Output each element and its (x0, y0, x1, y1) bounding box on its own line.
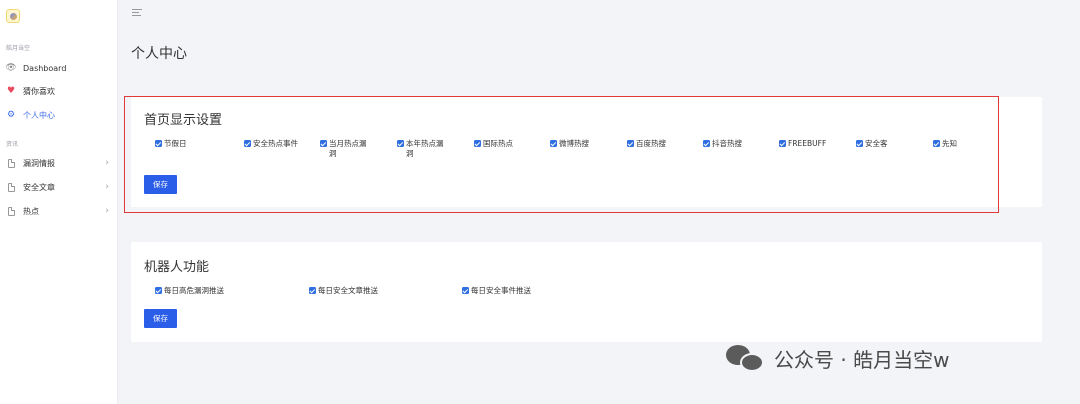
chevron-right-icon: › (105, 158, 109, 168)
checkbox-daily-high-risk-vulns[interactable]: 每日高危漏洞推送 (155, 286, 224, 296)
sidebar-item-label: Dashboard (23, 63, 67, 73)
chevron-right-icon: › (105, 206, 109, 216)
checkbox-daily-security-events[interactable]: 每日安全事件推送 (462, 286, 531, 296)
sidebar: 皓月当空 👁 Dashboard ♥ 猜你喜欢 ⚙ 个人中心 资讯 漏洞情报 ›… (0, 0, 118, 404)
menu-toggle-icon[interactable] (132, 9, 142, 18)
checkbox-daily-security-articles[interactable]: 每日安全文章推送 (309, 286, 378, 296)
watermark-text: 公众号 · 皓月当空w (774, 347, 950, 372)
file-icon (6, 182, 16, 192)
checkbox-icon (155, 287, 162, 294)
sidebar-item-dashboard[interactable]: 👁 Dashboard (0, 58, 118, 78)
sidebar-item-label: 猜你喜欢 (23, 86, 55, 96)
chevron-right-icon: › (105, 182, 109, 192)
checkbox-icon (462, 287, 469, 294)
robot-functions-card: 机器人功能 每日高危漏洞推送 每日安全文章推送 每日安全事件推送 保存 (131, 242, 1042, 342)
file-icon (6, 158, 16, 168)
sidebar-item-label: 个人中心 (23, 110, 55, 120)
sidebar-item-label: 安全文章 (23, 182, 55, 192)
page-title: 个人中心 (131, 46, 187, 62)
sidebar-item-personal-center[interactable]: ⚙ 个人中心 (0, 105, 118, 125)
checkbox-icon (309, 287, 316, 294)
card-title: 机器人功能 (144, 260, 210, 275)
gear-icon: ⚙ (6, 110, 16, 120)
sidebar-item-label: 漏洞情报 (23, 158, 55, 168)
file-icon (6, 206, 16, 216)
heart-icon: ♥ (6, 86, 16, 96)
sidebar-group-label: 皓月当空 (6, 45, 31, 52)
sidebar-item-vuln-intel[interactable]: 漏洞情报 › (0, 153, 118, 173)
eye-icon: 👁 (5, 63, 17, 73)
sidebar-item-guess-you-like[interactable]: ♥ 猜你喜欢 (0, 81, 118, 101)
highlight-box (124, 96, 999, 213)
sidebar-item-label: 热点 (23, 206, 39, 216)
sidebar-group-label: 资讯 (6, 141, 19, 148)
sidebar-item-hot-topics[interactable]: 热点 › (0, 201, 118, 221)
app-logo[interactable] (6, 9, 20, 23)
watermark: 公众号 · 皓月当空w (726, 343, 949, 373)
sidebar-item-security-articles[interactable]: 安全文章 › (0, 177, 118, 197)
save-button[interactable]: 保存 (144, 309, 177, 328)
wechat-icon (726, 343, 766, 373)
